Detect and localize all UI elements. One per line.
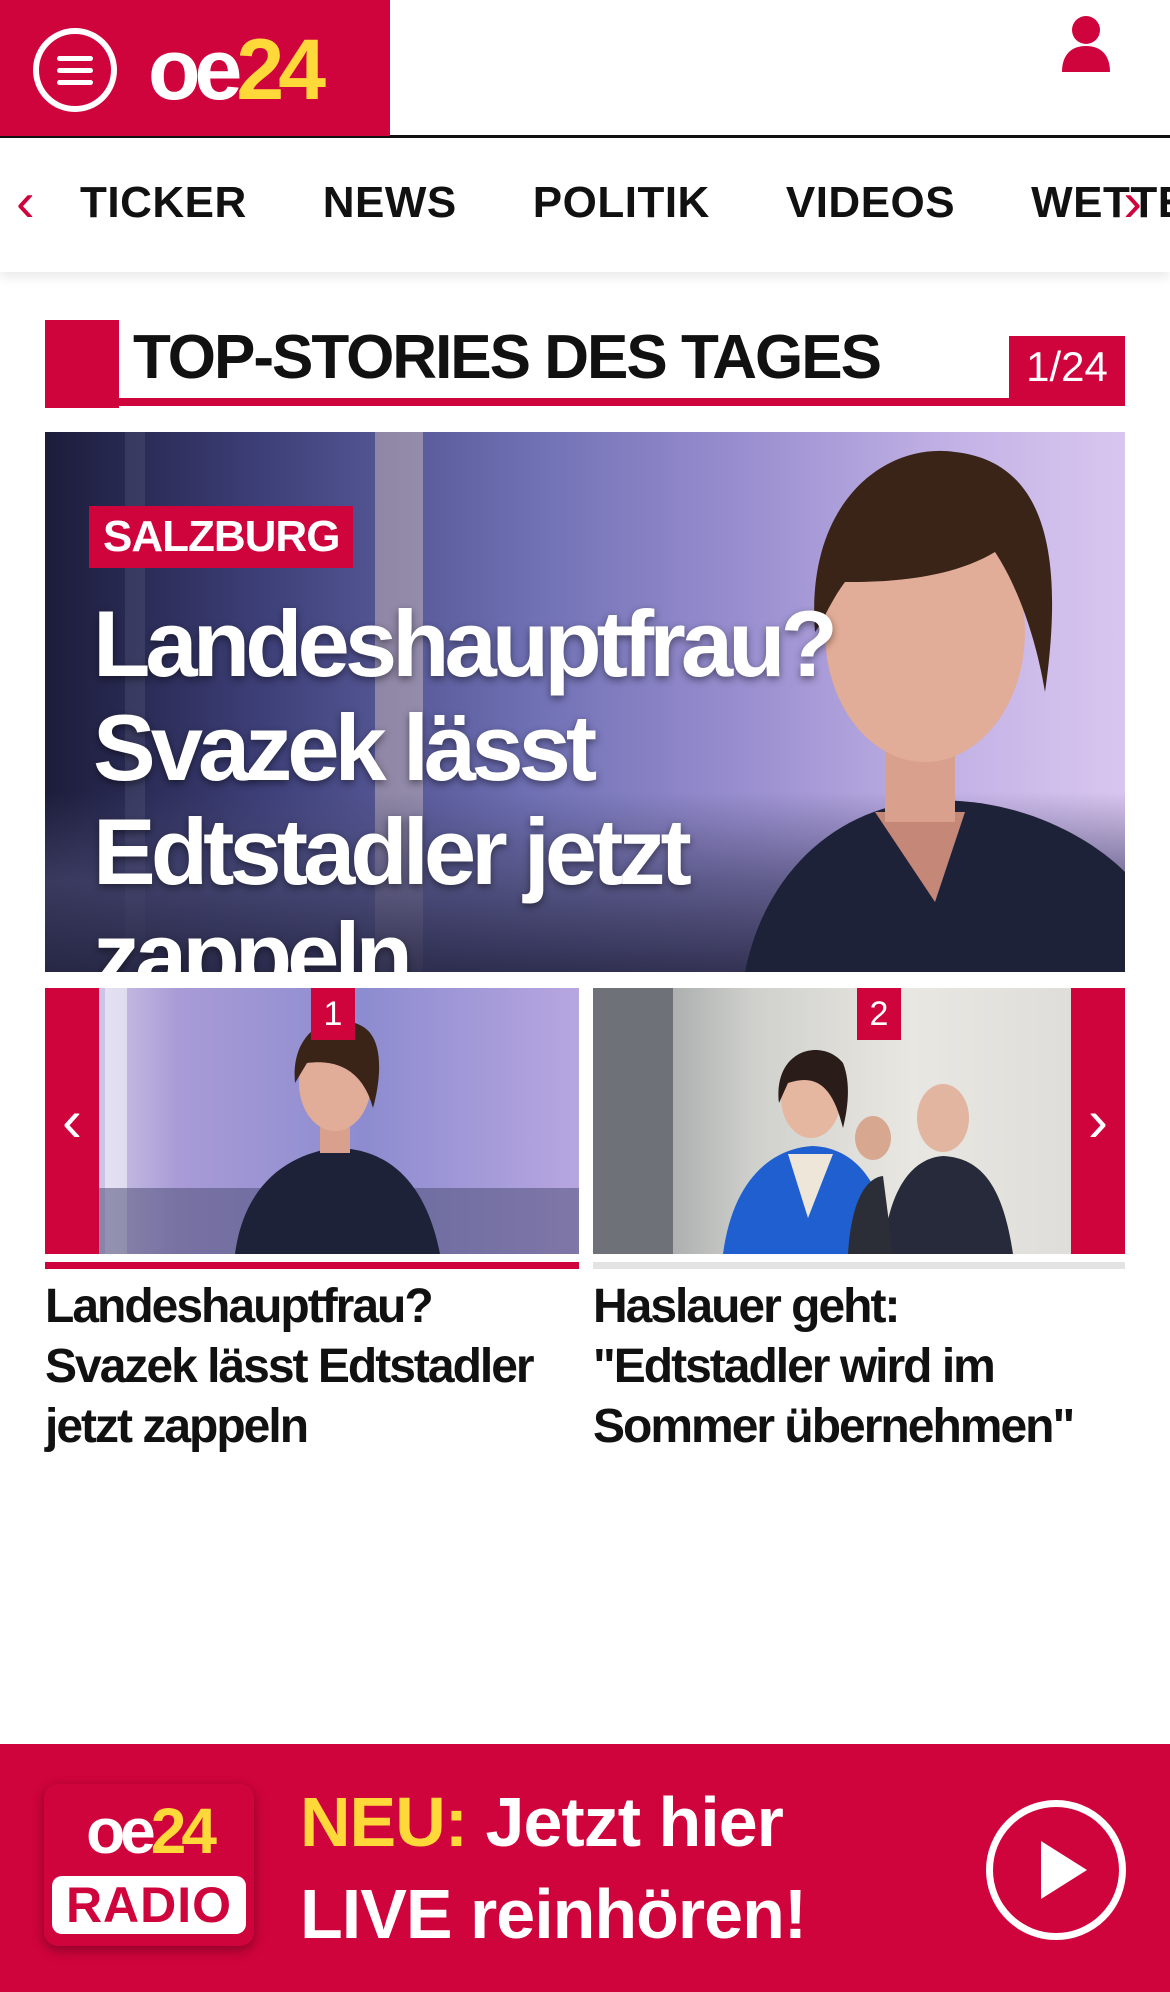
nav-next-chevron-icon[interactable]: › bbox=[1123, 174, 1142, 230]
radio-line2: LIVE reinhören! bbox=[300, 1875, 807, 1953]
radio-cta-text: NEU: Jetzt hier LIVE reinhören! bbox=[300, 1776, 807, 1960]
radio-logo[interactable]: oe24 RADIO bbox=[44, 1784, 254, 1946]
card-title[interactable]: Haslauer geht: "Edtstadler wird im Somme… bbox=[593, 1277, 1125, 1457]
card-active-indicator bbox=[45, 1262, 579, 1269]
card-inactive-indicator bbox=[593, 1262, 1125, 1269]
nav-item-politik[interactable]: POLITIK bbox=[533, 178, 710, 228]
radio-banner[interactable]: oe24 RADIO NEU: Jetzt hier LIVE reinhöre… bbox=[0, 1744, 1170, 1992]
logo-24-text: 24 bbox=[236, 22, 326, 118]
section-title: TOP-STORIES DES TAGES bbox=[133, 323, 882, 392]
carousel-prev-button[interactable]: ‹ bbox=[45, 988, 99, 1254]
carousel-next-button[interactable]: › bbox=[1071, 988, 1125, 1254]
brand-block: oe24 bbox=[0, 0, 390, 136]
category-nav: ‹ TICKER NEWS POLITIK VIDEOS WETTER › bbox=[0, 138, 1170, 272]
play-icon[interactable] bbox=[986, 1800, 1126, 1940]
radio-line1: Jetzt hier bbox=[467, 1783, 784, 1861]
hamburger-menu-icon[interactable] bbox=[33, 28, 117, 112]
carousel-card[interactable]: 2 › Haslauer geht: "Edtstadler wird im S… bbox=[593, 988, 1125, 1457]
card-thumbnail[interactable]: ‹ 1 bbox=[45, 988, 579, 1254]
story-carousel: ‹ 1 Landeshauptfrau? Svazek lässt Edtsta… bbox=[45, 988, 1125, 1453]
nav-item-news[interactable]: NEWS bbox=[323, 178, 457, 228]
story-counter: 1/24 bbox=[1009, 336, 1125, 398]
logo-oe-text: oe bbox=[148, 22, 242, 118]
user-icon[interactable] bbox=[1058, 14, 1114, 72]
card-number-badge: 1 bbox=[311, 988, 355, 1040]
radio-neu-label: NEU: bbox=[300, 1783, 468, 1861]
card-number-badge: 2 bbox=[857, 988, 901, 1040]
carousel-card[interactable]: ‹ 1 Landeshauptfrau? Svazek lässt Edtsta… bbox=[45, 988, 579, 1457]
radio-logo-24-text: 24 bbox=[150, 1795, 217, 1867]
section-header: TOP-STORIES DES TAGES 1/24 bbox=[45, 320, 1125, 408]
section-divider bbox=[45, 398, 1125, 406]
nav-item-ticker[interactable]: TICKER bbox=[80, 178, 247, 228]
nav-item-videos[interactable]: VIDEOS bbox=[786, 178, 955, 228]
hero-story[interactable]: SALZBURG Landeshauptfrau? Svazek lässt E… bbox=[45, 432, 1125, 972]
radio-logo-oe-text: oe bbox=[86, 1795, 156, 1867]
hero-kicker: SALZBURG bbox=[89, 506, 354, 568]
hero-headline[interactable]: Landeshauptfrau? Svazek lässt Edtstadler… bbox=[93, 592, 853, 973]
site-logo[interactable]: oe24 bbox=[148, 22, 326, 118]
card-title[interactable]: Landeshauptfrau? Svazek lässt Edtstadler… bbox=[45, 1277, 579, 1457]
card-thumbnail[interactable]: 2 › bbox=[593, 988, 1125, 1254]
site-header: oe24 bbox=[0, 0, 1170, 138]
nav-item-wetter[interactable]: WETTER bbox=[1031, 178, 1170, 228]
section-accent-block bbox=[45, 320, 119, 408]
nav-items: TICKER NEWS POLITIK VIDEOS WETTER bbox=[80, 178, 1170, 228]
nav-prev-chevron-icon[interactable]: ‹ bbox=[16, 174, 35, 230]
radio-logo-badge: RADIO bbox=[52, 1876, 246, 1934]
